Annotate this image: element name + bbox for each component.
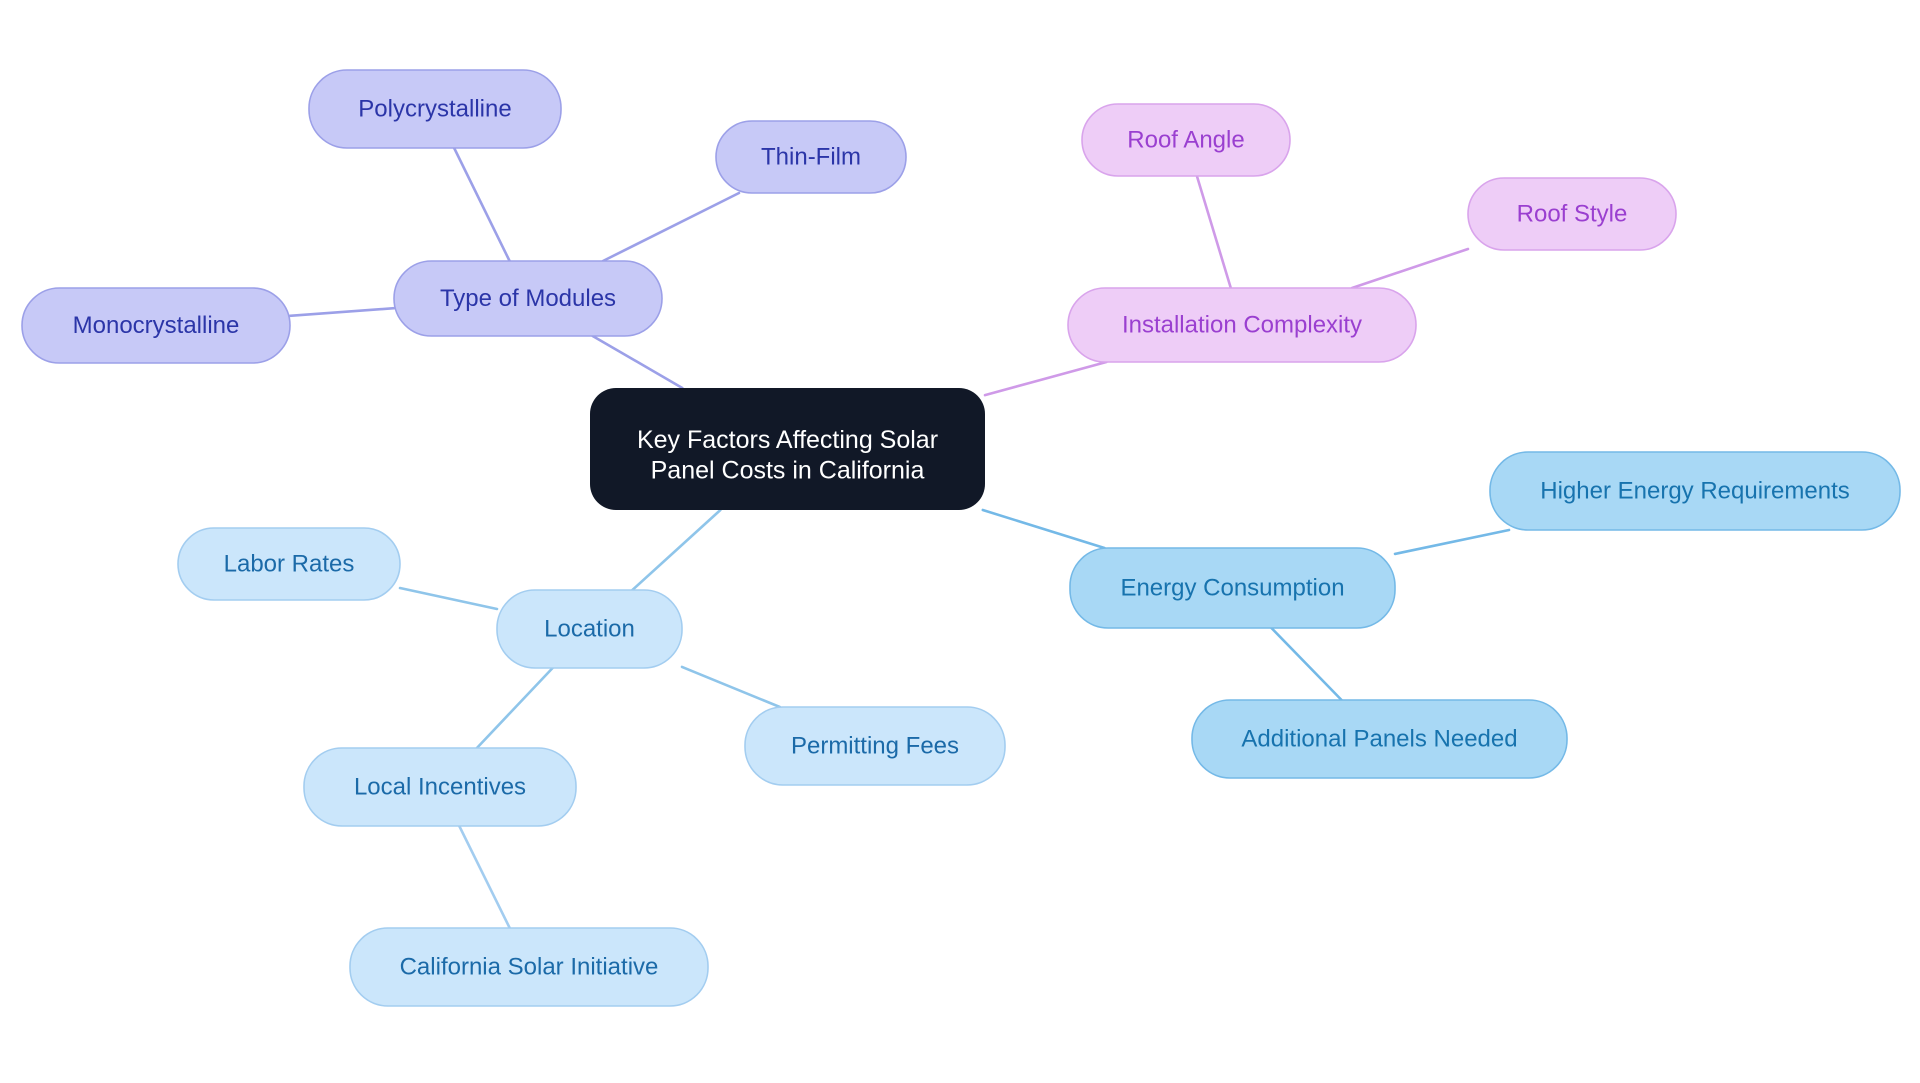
node-label: Roof Angle xyxy=(1127,126,1244,153)
node-label: Type of Modules xyxy=(440,285,616,312)
node-label: Higher Energy Requirements xyxy=(1540,477,1849,504)
branch-node-installation-complexity[interactable]: Installation Complexity xyxy=(1067,287,1417,363)
mindmap-canvas: Key Factors Affecting Solar Panel Costs i… xyxy=(0,0,1920,1083)
leaf-node-permitting-fees[interactable]: Permitting Fees xyxy=(744,706,1006,786)
node-label: Local Incentives xyxy=(354,773,526,800)
leaf-node-monocrystalline[interactable]: Monocrystalline xyxy=(21,287,291,364)
root-node[interactable]: Key Factors Affecting Solar Panel Costs i… xyxy=(590,388,985,510)
leaf-node-labor-rates[interactable]: Labor Rates xyxy=(177,527,401,601)
node-label: California Solar Initiative xyxy=(400,953,659,980)
node-label: Labor Rates xyxy=(224,550,355,577)
mindmap-diagram: Key Factors Affecting Solar Panel Costs i… xyxy=(0,0,1920,1083)
node-label: Additional Panels Needed xyxy=(1241,725,1517,752)
branch-node-type-of-modules[interactable]: Type of Modules xyxy=(393,260,663,337)
branch-node-location[interactable]: Location xyxy=(496,589,683,669)
node-label: Polycrystalline xyxy=(358,95,511,122)
leaf-node-additional-panels-needed[interactable]: Additional Panels Needed xyxy=(1191,699,1568,779)
node-label: Installation Complexity xyxy=(1122,311,1362,338)
leaf-node-local-incentives[interactable]: Local Incentives xyxy=(303,747,577,827)
leaf-node-california-solar-initiative[interactable]: California Solar Initiative xyxy=(349,927,709,1007)
node-label: Location xyxy=(544,615,635,642)
leaf-node-roof-angle[interactable]: Roof Angle xyxy=(1081,103,1291,177)
node-label: Thin-Film xyxy=(761,143,861,170)
node-label: Monocrystalline xyxy=(73,312,240,339)
leaf-node-polycrystalline[interactable]: Polycrystalline xyxy=(308,69,562,149)
leaf-node-higher-energy-requirements[interactable]: Higher Energy Requirements xyxy=(1489,451,1901,531)
node-label: Roof Style xyxy=(1517,200,1628,227)
node-label: Permitting Fees xyxy=(791,732,959,759)
leaf-node-roof-style[interactable]: Roof Style xyxy=(1467,177,1677,251)
leaf-node-thin-film[interactable]: Thin-Film xyxy=(715,120,907,194)
node-label: Energy Consumption xyxy=(1120,574,1344,601)
branch-node-energy-consumption[interactable]: Energy Consumption xyxy=(1069,547,1396,629)
